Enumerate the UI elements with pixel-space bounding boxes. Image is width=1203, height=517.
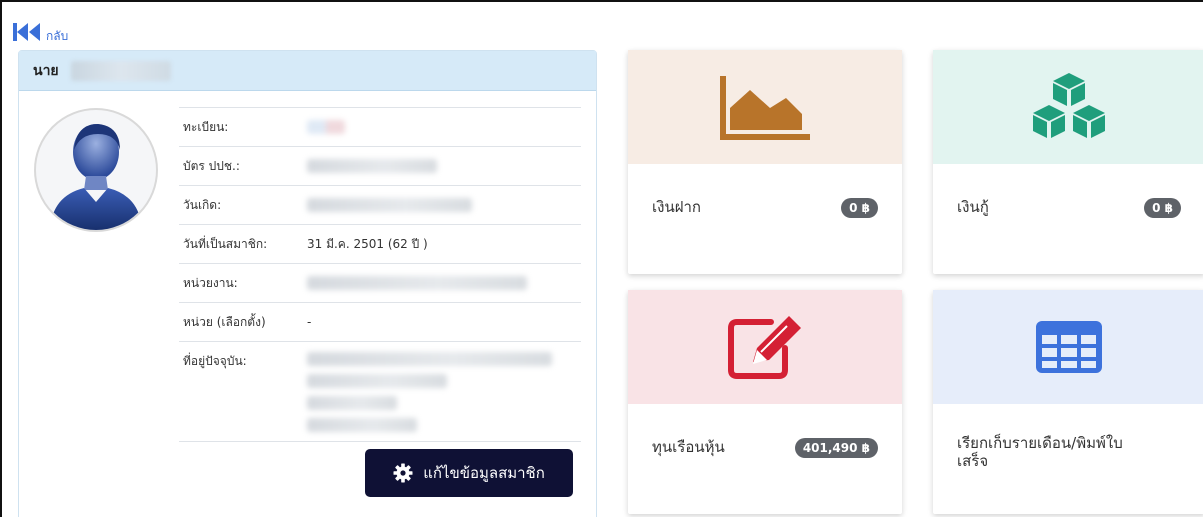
info-value-redacted — [307, 120, 581, 134]
back-label: กลับ — [46, 29, 69, 43]
redacted-member-name — [70, 60, 171, 81]
info-label: หน่วย (เลือกตั้ง) — [183, 314, 266, 329]
info-row-election-unit: หน่วย (เลือกตั้ง) - — [179, 302, 581, 341]
tile-loan-header — [933, 50, 1203, 164]
info-value: 31 มี.ค. 2501 (62 ปี ) — [307, 236, 428, 251]
info-row-registration: ทะเบียน: — [179, 107, 581, 146]
tile-shares-body: ทุนเรือนหุ้น 401,490 ฿ — [628, 404, 902, 514]
tile-monthly-billing-header — [933, 290, 1203, 404]
member-title-prefix: นาย — [33, 62, 59, 79]
gear-icon — [393, 463, 413, 483]
user-silhouette-icon — [50, 124, 142, 230]
tile-loan-body: เงินกู้ 0 ฿ — [933, 164, 1203, 274]
tile-deposit-amount-badge: 0 ฿ — [841, 198, 878, 218]
avatar — [34, 108, 158, 232]
tile-deposit-header — [628, 50, 902, 164]
tile-loan-label: เงินกู้ — [957, 198, 989, 216]
info-row-agency: หน่วยงาน: — [179, 263, 581, 302]
info-label: ที่อยู่ปัจจุบัน: — [183, 354, 247, 368]
info-label: หน่วยงาน: — [183, 275, 238, 290]
tile-shares-header — [628, 290, 902, 404]
info-label: บัตร ปปช.: — [183, 158, 240, 173]
tile-deposit-body: เงินฝาก 0 ฿ — [628, 164, 902, 274]
edit-member-label: แก้ไขข้อมูลสมาชิก — [423, 464, 545, 482]
back-button[interactable]: กลับ — [13, 22, 68, 42]
area-chart-icon — [720, 76, 810, 140]
info-value-redacted — [307, 276, 581, 290]
member-card: นาย ทะเบียน: บัตร ปปช.: วันเกิด: วันที่เ… — [18, 50, 597, 517]
member-info-table: ทะเบียน: บัตร ปปช.: วันเกิด: วันที่เป็นส… — [179, 107, 581, 442]
info-value-redacted — [307, 198, 581, 212]
info-label: ทะเบียน: — [183, 119, 229, 134]
tile-deposit[interactable]: เงินฝาก 0 ฿ — [628, 50, 902, 274]
tile-monthly-billing-body: เรียกเก็บรายเดือน/พิมพ์ใบเสร็จ — [933, 404, 1203, 514]
table-icon — [1036, 321, 1102, 373]
tile-monthly-billing[interactable]: เรียกเก็บรายเดือน/พิมพ์ใบเสร็จ — [933, 290, 1203, 514]
info-label: วันที่เป็นสมาชิก: — [183, 236, 268, 251]
edit-icon — [728, 316, 801, 379]
edit-member-button[interactable]: แก้ไขข้อมูลสมาชิก — [365, 449, 573, 497]
cubes-icon — [1033, 73, 1105, 138]
info-value: - — [307, 315, 312, 329]
tile-monthly-billing-label: เรียกเก็บรายเดือน/พิมพ์ใบเสร็จ — [957, 434, 1123, 470]
tile-loan-amount-badge: 0 ฿ — [1144, 198, 1181, 218]
tile-shares-amount-badge: 401,490 ฿ — [794, 438, 878, 458]
tile-loan[interactable]: เงินกู้ 0 ฿ — [933, 50, 1203, 274]
info-row-birthdate: วันเกิด: — [179, 185, 581, 224]
double-chevron-left-icon — [13, 23, 40, 41]
tile-deposit-label: เงินฝาก — [652, 198, 701, 216]
tile-shares[interactable]: ทุนเรือนหุ้น 401,490 ฿ — [628, 290, 902, 514]
info-label: วันเกิด: — [183, 197, 222, 212]
info-row-id-card: บัตร ปปช.: — [179, 146, 581, 185]
member-card-header: นาย — [19, 51, 596, 91]
info-value-redacted — [307, 159, 581, 173]
info-row-member-since: วันที่เป็นสมาชิก: 31 มี.ค. 2501 (62 ปี ) — [179, 224, 581, 263]
info-row-address: ที่อยู่ปัจจุบัน: — [179, 341, 581, 442]
info-value-redacted — [307, 352, 581, 432]
